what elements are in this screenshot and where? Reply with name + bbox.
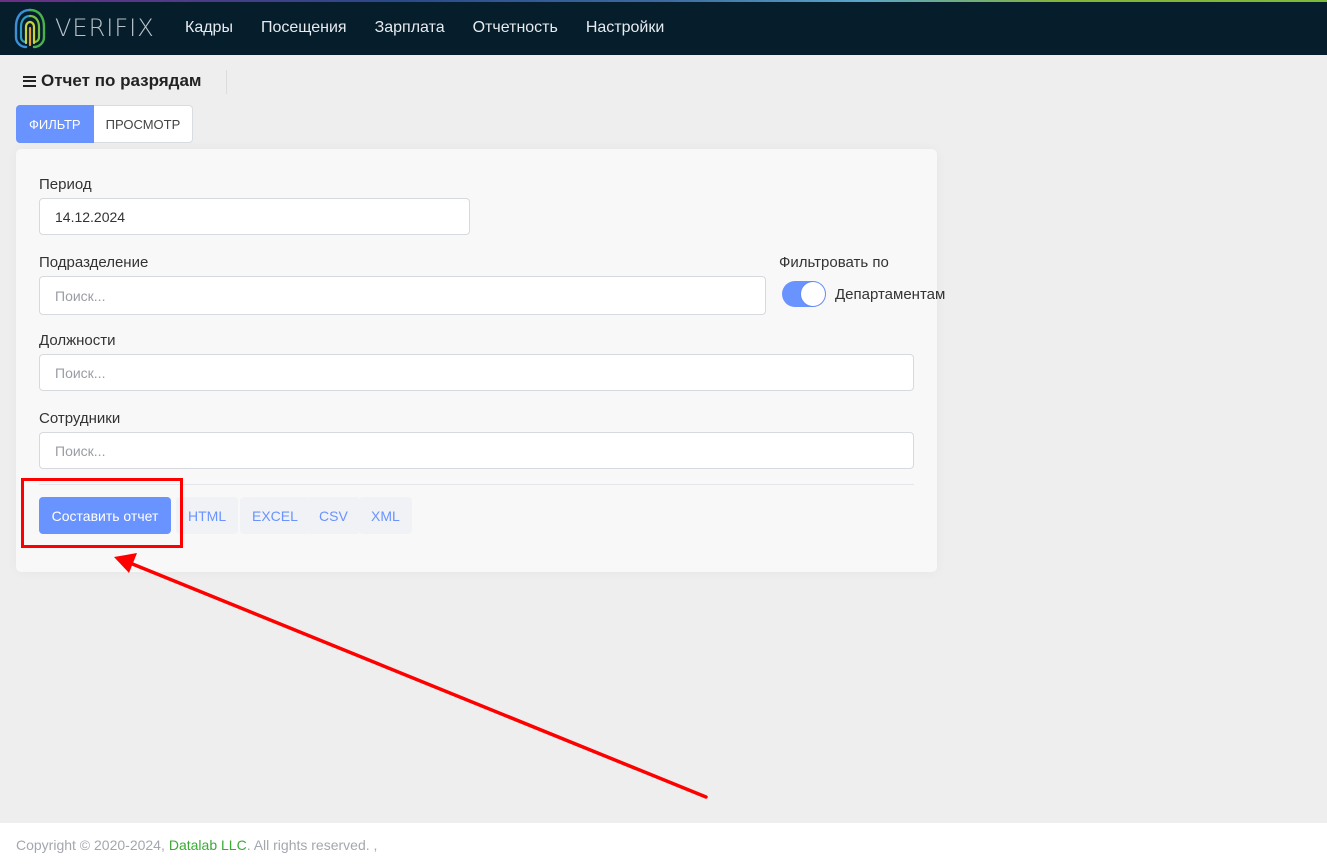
footer: Copyright © 2020-2024, Datalab LLC . All… [0, 823, 1327, 867]
view-tabs: ФИЛЬТР ПРОСМОТР [16, 105, 194, 143]
fingerprint-logo-icon [14, 8, 46, 49]
nav-item-reports[interactable]: Отчетность [459, 19, 572, 37]
footer-company-link[interactable]: Datalab LLC [169, 837, 247, 853]
title-divider [226, 70, 227, 94]
export-html-button[interactable]: HTML [176, 497, 239, 534]
filter-by-departments-label: Департаментам [835, 286, 946, 303]
export-excel-button[interactable]: EXCEL [240, 497, 310, 534]
positions-label: Должности [39, 332, 116, 349]
tab-filter[interactable]: ФИЛЬТР [16, 105, 94, 143]
filter-by-departments-toggle[interactable] [782, 281, 826, 307]
division-search-input[interactable] [39, 276, 766, 315]
employees-search-input[interactable] [39, 432, 914, 469]
export-xml-button[interactable]: XML [359, 497, 412, 534]
page-title: Отчет по разрядам [23, 70, 201, 92]
toggle-knob [801, 282, 825, 306]
logo-text: VERIFIX [55, 14, 155, 42]
nav-item-salary[interactable]: Зарплата [361, 19, 459, 37]
nav-item-attendance[interactable]: Посещения [247, 19, 361, 37]
top-navbar: VERIFIX Кадры Посещения Зарплата Отчетно… [0, 0, 1327, 55]
period-input[interactable] [39, 198, 470, 235]
main-nav: Кадры Посещения Зарплата Отчетность Наст… [171, 0, 678, 55]
period-label: Период [39, 176, 92, 193]
filter-by-label: Фильтровать по [779, 254, 889, 271]
logo[interactable]: VERIFIX [14, 7, 155, 49]
annotation-highlight-box [21, 478, 183, 548]
page-title-text: Отчет по разрядам [41, 71, 202, 90]
employees-label: Сотрудники [39, 410, 121, 427]
tab-preview[interactable]: ПРОСМОТР [93, 105, 194, 143]
division-label: Подразделение [39, 254, 149, 271]
positions-search-input[interactable] [39, 354, 914, 391]
export-csv-button[interactable]: CSV [307, 497, 360, 534]
hamburger-menu-icon[interactable] [23, 75, 36, 87]
footer-rights: . All rights reserved. , [246, 837, 378, 853]
footer-copyright: Copyright © 2020-2024, [16, 837, 165, 853]
nav-item-settings[interactable]: Настройки [572, 19, 678, 37]
nav-item-staff[interactable]: Кадры [171, 19, 247, 37]
